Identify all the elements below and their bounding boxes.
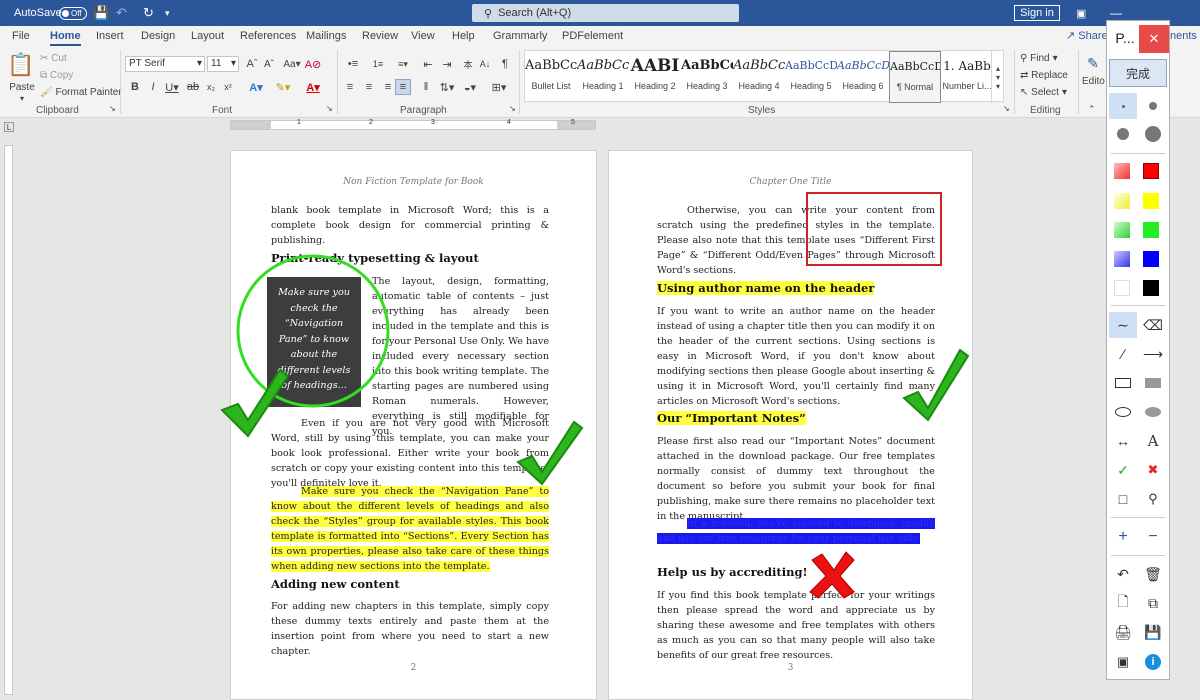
black-swatch[interactable] [1143,280,1159,296]
green-swatch[interactable] [1143,222,1159,238]
done-button[interactable]: 完成 [1109,59,1167,87]
yellow-swatch[interactable] [1143,193,1159,209]
x-stamp-icon[interactable]: ✖ [1139,457,1167,483]
minus-icon[interactable]: − [1139,524,1167,550]
zoom-icon[interactable]: ⚲ [1139,486,1167,512]
text-tool-icon[interactable]: A [1139,428,1167,454]
plus-icon[interactable]: + [1109,524,1137,550]
light-green-swatch[interactable] [1114,222,1130,238]
filled-ellipse-tool-icon[interactable] [1139,399,1167,425]
panel-close-button[interactable]: ✕ [1139,25,1169,53]
crop-icon[interactable]: □ [1109,486,1137,512]
green-circle-annotation [236,254,390,408]
light-yellow-swatch[interactable] [1114,193,1130,209]
green-check-annotation [902,348,970,422]
red-rectangle-annotation [806,192,942,266]
annotation-panel: P... ✕ 完成 ∼ ⌫ ∕ ⟶ ↔ A ✓ ✖ □ ⚲ + − ↶ 🗑 🗋 … [1106,20,1170,680]
light-blue-swatch[interactable] [1114,251,1130,267]
print-icon[interactable]: 🖨 [1109,619,1137,645]
panel-title: P... [1115,30,1135,46]
arrow-tool-icon[interactable]: ⟶ [1139,341,1167,367]
double-arrow-tool-icon[interactable]: ↔ [1109,428,1137,454]
eraser-icon[interactable]: ⌫ [1139,312,1167,338]
screenshot-icon[interactable]: ▣ [1109,649,1137,675]
freehand-pen-icon[interactable]: ∼ [1109,312,1137,338]
rectangle-tool-icon[interactable] [1109,370,1137,396]
dot-size-medium-icon[interactable] [1139,93,1167,119]
dot-size-xlarge-icon[interactable] [1139,121,1167,147]
white-swatch[interactable] [1114,280,1130,296]
filled-rectangle-tool-icon[interactable] [1139,370,1167,396]
green-check-annotation [516,420,584,486]
light-red-swatch[interactable] [1114,163,1130,179]
ellipse-tool-icon[interactable] [1109,399,1137,425]
blue-swatch[interactable] [1143,251,1159,267]
check-stamp-icon[interactable]: ✓ [1109,457,1137,483]
trash-icon[interactable]: 🗑 [1139,561,1167,587]
red-x-annotation [809,551,855,599]
dot-size-large-icon[interactable] [1109,121,1137,147]
line-tool-icon[interactable]: ∕ [1109,341,1137,367]
annotation-overlay [220,192,970,599]
new-page-icon[interactable]: 🗋 [1109,590,1137,616]
info-icon[interactable]: i [1139,649,1167,675]
undo-icon[interactable]: ↶ [1109,561,1137,587]
copy-icon[interactable]: ⧉ [1139,590,1167,616]
red-swatch[interactable] [1143,163,1159,179]
dot-size-small-icon[interactable] [1109,93,1137,119]
save-icon[interactable]: 💾 [1139,619,1167,645]
